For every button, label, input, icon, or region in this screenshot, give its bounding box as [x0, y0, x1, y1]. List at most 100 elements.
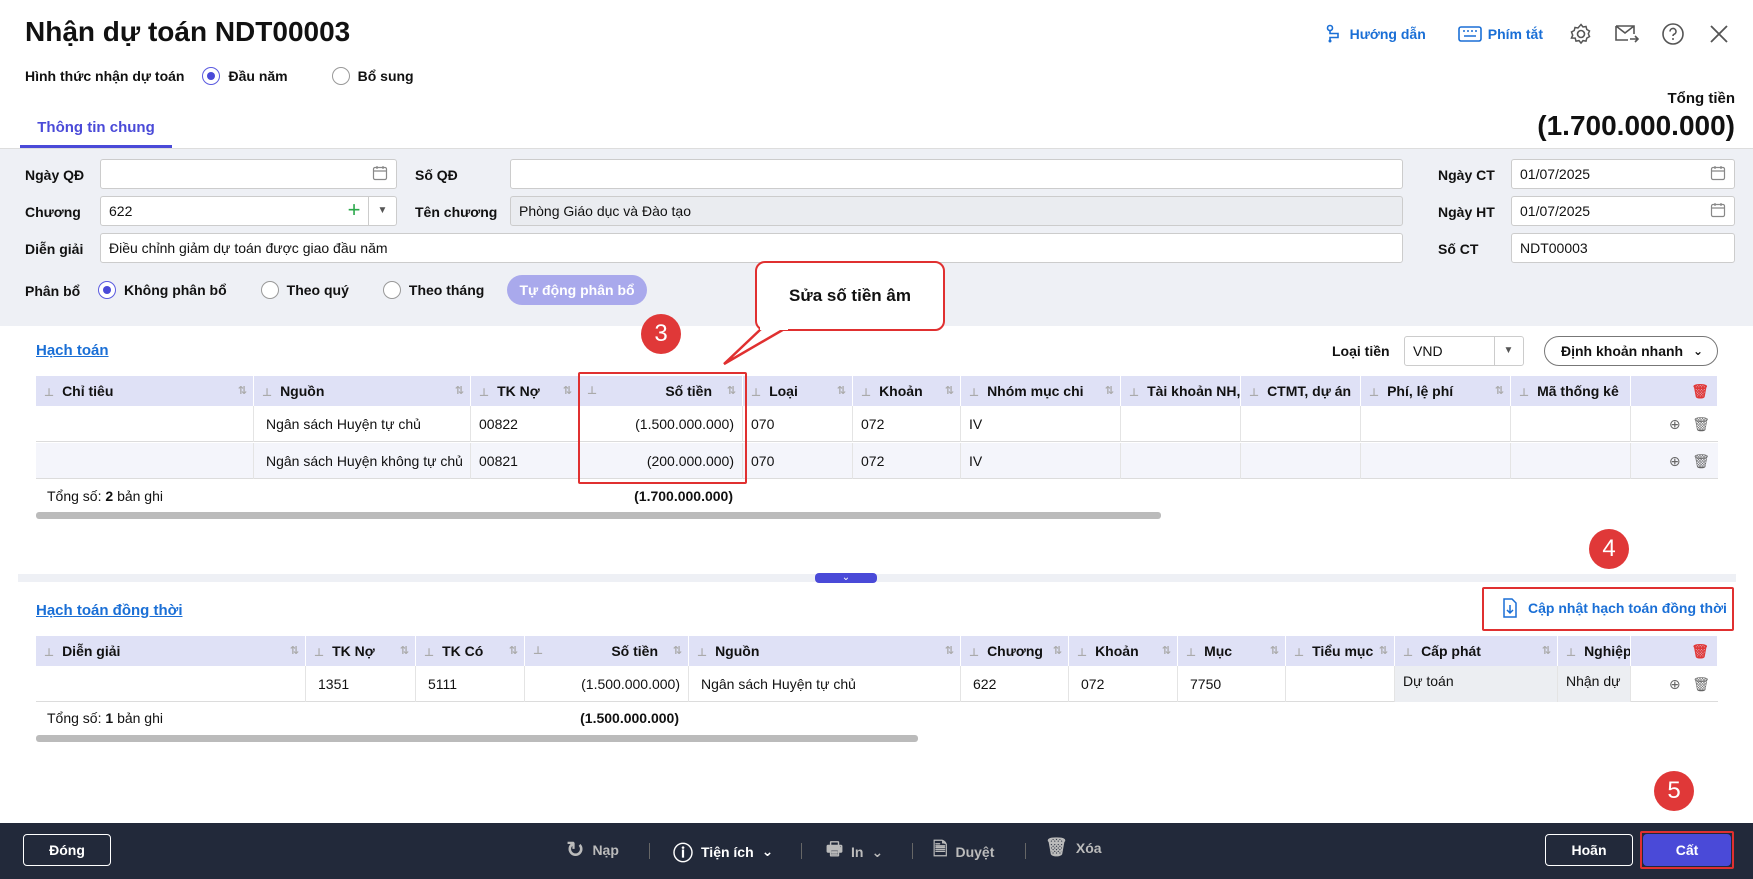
horizontal-scrollbar[interactable]: [36, 735, 918, 742]
dien-giai-label: Diễn giải: [25, 241, 84, 257]
guide-link[interactable]: Hướng dẫn: [1324, 24, 1426, 44]
col-tk-co[interactable]: ⊥ TK Có ⇅: [416, 636, 525, 666]
reload-button[interactable]: ↻ Nạp: [566, 837, 619, 863]
col-nghiep[interactable]: ⊥ Nghiệp: [1558, 636, 1631, 666]
calendar-icon[interactable]: [372, 165, 388, 184]
mail-forward-icon[interactable]: [1613, 20, 1641, 48]
radio-selected-icon: [98, 281, 116, 299]
so-qd-label: Số QĐ: [415, 167, 458, 183]
delete-all-icon[interactable]: 🗑: [1631, 376, 1718, 406]
close-icon[interactable]: [1705, 20, 1733, 48]
ten-chuong-input: Phòng Giáo dục và Đào tạo: [510, 196, 1403, 226]
table-row[interactable]: Ngân sách Huyện không tự chủ 00821 (200.…: [36, 443, 1718, 479]
calendar-icon[interactable]: [1710, 165, 1726, 184]
add-icon[interactable]: +: [343, 196, 365, 226]
chevron-down-icon[interactable]: ▼: [368, 197, 396, 225]
col-tk-no[interactable]: ⊥ TK Nợ ⇅: [306, 636, 416, 666]
trash-icon[interactable]: 🗑: [1692, 416, 1710, 432]
add-row-icon[interactable]: ⊕: [1669, 676, 1681, 692]
col-nhom-muc-chi[interactable]: ⊥ Nhóm mục chi ⇅: [961, 376, 1121, 406]
receive-type-group: Hình thức nhận dự toán Đầu năm Bổ sung: [25, 67, 414, 85]
col-cap-phat[interactable]: ⊥ Cấp phát ⇅: [1395, 636, 1558, 666]
ngay-qd-label: Ngày QĐ: [25, 167, 85, 183]
col-loai[interactable]: ⊥ Loại ⇅: [743, 376, 853, 406]
chevron-down-icon: ⌄: [761, 843, 774, 859]
col-khoan[interactable]: ⊥ Khoản ⇅: [853, 376, 961, 406]
col-chuong[interactable]: ⊥ Chương ⇅: [961, 636, 1069, 666]
radio-dau-nam[interactable]: Đầu năm: [202, 67, 288, 85]
col-khoan[interactable]: ⊥ Khoản ⇅: [1069, 636, 1178, 666]
trash-icon[interactable]: 🗑: [1692, 453, 1710, 469]
annotation-callout: Sửa số tiền âm: [755, 261, 945, 331]
col-phi-le-phi[interactable]: ⊥ Phí, lệ phí ⇅: [1361, 376, 1511, 406]
col-nguon[interactable]: ⊥ Nguồn ⇅: [689, 636, 961, 666]
chevron-down-icon: ⌄: [1692, 344, 1703, 358]
info-icon: ⓘ: [673, 843, 693, 865]
quick-entry-button[interactable]: Định khoản nhanh ⌄: [1544, 336, 1718, 366]
ngay-qd-input[interactable]: [100, 159, 397, 189]
splitter[interactable]: [18, 574, 1736, 582]
shortcuts-link[interactable]: Phím tắt: [1457, 26, 1543, 42]
keyboard-icon: [1457, 26, 1482, 42]
so-ct-input[interactable]: NDT00003: [1511, 233, 1735, 263]
print-menu[interactable]: 🖶 In ⌄: [826, 837, 883, 867]
radio-khong-phan-bo[interactable]: Không phân bổ: [98, 281, 227, 299]
trash-icon[interactable]: 🗑: [1692, 676, 1710, 692]
utilities-menu[interactable]: ⓘ Tiện ích ⌄: [673, 837, 773, 866]
col-nguon[interactable]: ⊥ Nguồn ⇅: [254, 376, 471, 406]
table-row[interactable]: Ngân sách Huyện tự chủ 00822 (1.500.000.…: [36, 406, 1718, 442]
close-button[interactable]: Đóng: [23, 834, 111, 866]
header-actions: Hướng dẫn Phím tắt: [1324, 20, 1733, 48]
dien-giai-input[interactable]: Điều chỉnh giảm dự toán được giao đầu nă…: [100, 233, 1403, 263]
divider: [912, 843, 913, 859]
hach-toan-dong-thoi-total-amount: (1.500.000.000): [580, 710, 679, 726]
hach-toan-header: ⊥ Chỉ tiêu ⇅ ⊥ Nguồn ⇅ ⊥ TK Nợ ⇅ ⊥ Số tiền ⇅ ⊥ Lo…: [36, 376, 1718, 406]
col-ctmt[interactable]: ⊥ CTMT, dự án: [1241, 376, 1361, 406]
ten-chuong-label: Tên chương: [415, 204, 498, 220]
hach-toan-dong-thoi-title[interactable]: Hạch toán đồng thời: [36, 602, 182, 619]
annotation-box-amount: [578, 372, 747, 484]
chevron-down-icon[interactable]: ⌄: [815, 573, 877, 583]
radio-bo-sung[interactable]: Bổ sung: [331, 67, 414, 85]
col-tai-khoan-nh[interactable]: ⊥ Tài khoản NH,: [1121, 376, 1241, 406]
radio-theo-quy[interactable]: Theo quý: [260, 281, 349, 299]
chevron-down-icon[interactable]: ▼: [1494, 337, 1522, 365]
add-row-icon[interactable]: ⊕: [1669, 453, 1681, 469]
col-tk-no[interactable]: ⊥ TK Nợ ⇅: [471, 376, 579, 406]
divider: [1025, 843, 1026, 859]
hach-toan-title[interactable]: Hạch toán: [36, 342, 109, 359]
ngay-ht-input[interactable]: 01/07/2025: [1511, 196, 1735, 226]
auto-allocate-button[interactable]: Tự động phân bổ: [507, 275, 647, 305]
divider: [649, 843, 650, 859]
col-tieu-muc[interactable]: ⊥ Tiểu mục ⇅: [1286, 636, 1395, 666]
delete-all-icon[interactable]: 🗑: [1631, 636, 1718, 666]
col-ma-thong-ke[interactable]: ⊥ Mã thống kê: [1511, 376, 1631, 406]
receive-type-label: Hình thức nhận dự toán: [25, 68, 185, 84]
guide-label: Hướng dẫn: [1349, 26, 1426, 42]
delete-button[interactable]: 🗑 Xóa: [1045, 837, 1102, 858]
calendar-icon[interactable]: [1710, 202, 1726, 221]
so-qd-input[interactable]: [510, 159, 1403, 189]
col-chi-tieu[interactable]: ⊥ Chỉ tiêu ⇅: [36, 376, 254, 406]
col-so-tien[interactable]: ⊥ Số tiền ⇅: [525, 636, 689, 666]
col-dien-giai[interactable]: ⊥ Diễn giải ⇅: [36, 636, 306, 666]
total-label: Tổng tiền: [1667, 90, 1736, 107]
horizontal-scrollbar[interactable]: [36, 512, 1161, 519]
gear-icon[interactable]: [1567, 20, 1595, 48]
tab-general-info[interactable]: Thông tin chung: [20, 108, 172, 148]
ngay-ct-input[interactable]: 01/07/2025: [1511, 159, 1735, 189]
radio-unselected-icon: [331, 67, 350, 85]
hach-toan-total-amount: (1.700.000.000): [634, 488, 733, 504]
add-row-icon[interactable]: ⊕: [1669, 416, 1681, 432]
radio-selected-icon: [202, 67, 221, 85]
col-muc[interactable]: ⊥ Mục ⇅: [1178, 636, 1286, 666]
guide-icon: [1326, 24, 1339, 43]
radio-theo-thang[interactable]: Theo tháng: [382, 281, 484, 299]
ngay-ht-label: Ngày HT: [1438, 204, 1495, 220]
help-icon[interactable]: [1659, 20, 1687, 48]
currency-label: Loại tiền: [1332, 343, 1390, 359]
cancel-button[interactable]: Hoãn: [1545, 834, 1633, 866]
chuong-label: Chương: [25, 204, 81, 220]
approve-button[interactable]: 🗎 Duyệt: [933, 837, 994, 867]
table-row[interactable]: 1351 5111 (1.500.000.000) Ngân sách Huyệ…: [36, 666, 1718, 702]
